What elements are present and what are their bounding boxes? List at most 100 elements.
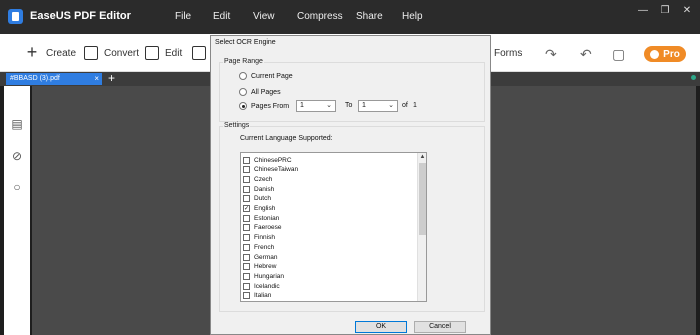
language-label: Faeroese — [254, 224, 282, 232]
app-title: EaseUS PDF Editor — [30, 10, 131, 22]
checkbox-icon[interactable] — [243, 282, 250, 290]
search-icon[interactable]: ○ — [11, 181, 23, 193]
checkbox-icon[interactable] — [243, 224, 250, 232]
language-item[interactable]: ChineseTaiwan — [243, 165, 298, 175]
image-tool-button[interactable] — [192, 34, 212, 72]
edit-pencil-icon — [145, 46, 159, 60]
undo-icon[interactable]: ↶ — [580, 46, 592, 63]
image-icon — [192, 46, 206, 60]
scroll-up-icon[interactable]: ▲ — [418, 153, 426, 162]
menu-compress[interactable]: Compress — [297, 11, 343, 22]
tab-close-icon[interactable]: × — [94, 73, 99, 85]
menu-view[interactable]: View — [253, 11, 275, 22]
language-item[interactable]: Faeroese — [243, 223, 281, 233]
checkbox-icon[interactable] — [243, 175, 250, 183]
language-label: English — [254, 205, 276, 212]
language-item[interactable]: Estonian — [243, 213, 279, 223]
checkbox-icon[interactable] — [243, 263, 250, 271]
create-button[interactable]: + Create — [24, 34, 76, 72]
checkbox-icon[interactable] — [243, 185, 250, 193]
forms-button[interactable]: Forms — [494, 34, 522, 72]
minimize-icon[interactable]: — — [636, 4, 650, 18]
language-item[interactable]: Danish — [243, 184, 274, 194]
status-dot-icon — [691, 75, 696, 80]
language-item[interactable]: Hungarian — [243, 271, 284, 281]
checkbox-icon[interactable] — [243, 253, 250, 261]
pro-badge[interactable]: Pro — [644, 46, 686, 62]
language-item[interactable]: ChinesePRC — [243, 155, 292, 165]
menu-help[interactable]: Help — [402, 11, 423, 22]
language-item[interactable]: Icelandic — [243, 281, 280, 291]
language-label: Hungarian — [254, 272, 284, 280]
checkbox-icon[interactable] — [243, 214, 250, 222]
radio-all-pages-icon — [239, 88, 247, 96]
pages-to-select[interactable]: 1 ⌄ — [358, 100, 398, 112]
pro-label: Pro — [663, 48, 680, 60]
radio-pages-from[interactable]: Pages From — [239, 101, 289, 111]
chevron-down-icon: ⌄ — [388, 102, 394, 109]
add-tab-icon[interactable]: + — [108, 71, 115, 85]
settings-label: Settings — [223, 122, 251, 129]
checkbox-checked-icon[interactable]: ✓ — [243, 205, 250, 212]
close-icon[interactable]: ✕ — [680, 4, 694, 18]
to-label: To — [345, 102, 353, 109]
pages-from-select[interactable]: 1 ⌄ — [296, 100, 336, 112]
convert-button[interactable]: Convert — [84, 34, 139, 72]
checkbox-icon[interactable] — [243, 195, 250, 203]
language-item[interactable]: Dutch — [243, 194, 271, 204]
current-language-label: Current Language Supported: — [240, 135, 333, 142]
ocr-dialog: Select OCR Engine Page Range Current Pag… — [210, 35, 491, 335]
checkbox-icon[interactable] — [243, 272, 250, 280]
pages-icon[interactable]: ▤ — [11, 118, 23, 130]
checkbox-icon[interactable] — [243, 166, 250, 174]
cancel-button[interactable]: Cancel — [414, 321, 466, 333]
edit-label: Edit — [165, 47, 183, 59]
radio-pages-from-label: Pages From — [251, 102, 290, 110]
checkbox-icon[interactable] — [243, 243, 250, 251]
restore-icon[interactable]: ❐ — [658, 4, 672, 18]
language-label: ChineseTaiwan — [254, 166, 299, 174]
menu-share[interactable]: Share — [356, 11, 383, 22]
app-window: EaseUS PDF Editor File Edit View Compres… — [0, 0, 700, 335]
radio-current-page-icon — [239, 72, 247, 80]
ok-button[interactable]: OK — [355, 321, 407, 333]
language-item[interactable]: Hebrew — [243, 262, 276, 272]
pro-icon — [650, 49, 660, 59]
language-item[interactable]: Czech — [243, 174, 272, 184]
scroll-thumb[interactable] — [419, 163, 426, 235]
app-logo-icon — [8, 9, 23, 24]
language-item[interactable]: ✓ English — [243, 204, 275, 214]
plus-icon: + — [26, 42, 38, 62]
language-label: Czech — [254, 175, 273, 183]
pages-to-value: 1 — [362, 102, 366, 109]
language-label: Estonian — [254, 214, 280, 222]
language-label: Icelandic — [254, 282, 280, 290]
checkbox-icon[interactable] — [243, 292, 250, 300]
menu-file[interactable]: File — [175, 11, 191, 22]
radio-pages-from-icon — [239, 102, 247, 110]
language-label: ChinesePRC — [254, 156, 292, 164]
menu-edit[interactable]: Edit — [213, 11, 230, 22]
total-pages: 1 — [413, 102, 417, 109]
radio-all-pages[interactable]: All Pages — [239, 87, 281, 97]
language-item[interactable]: Italian — [243, 291, 271, 301]
edit-button[interactable]: Edit — [145, 34, 182, 72]
chevron-down-icon: ⌄ — [326, 102, 332, 109]
create-label: Create — [46, 47, 77, 59]
redo-icon[interactable]: ↷ — [545, 46, 557, 63]
save-icon[interactable]: ▢ — [612, 46, 625, 63]
radio-current-page[interactable]: Current Page — [239, 71, 293, 81]
language-item[interactable]: Finnish — [243, 233, 275, 243]
checkbox-icon[interactable] — [243, 156, 250, 164]
dialog-title: Select OCR Engine — [215, 39, 276, 46]
attachment-icon[interactable]: ⊘ — [11, 150, 23, 162]
language-list[interactable]: ChinesePRC ChineseTaiwan Czech Danish Dutch ✓… — [240, 152, 427, 302]
convert-icon — [84, 46, 98, 60]
language-item[interactable]: German — [243, 252, 277, 262]
pages-from-value: 1 — [300, 102, 304, 109]
document-tab-label: #BBASD (3).pdf — [10, 75, 60, 82]
checkbox-icon[interactable] — [243, 234, 250, 242]
language-list-scrollbar[interactable]: ▲ — [417, 153, 426, 301]
language-item[interactable]: French — [243, 242, 274, 252]
document-tab[interactable]: #BBASD (3).pdf × — [6, 73, 102, 85]
